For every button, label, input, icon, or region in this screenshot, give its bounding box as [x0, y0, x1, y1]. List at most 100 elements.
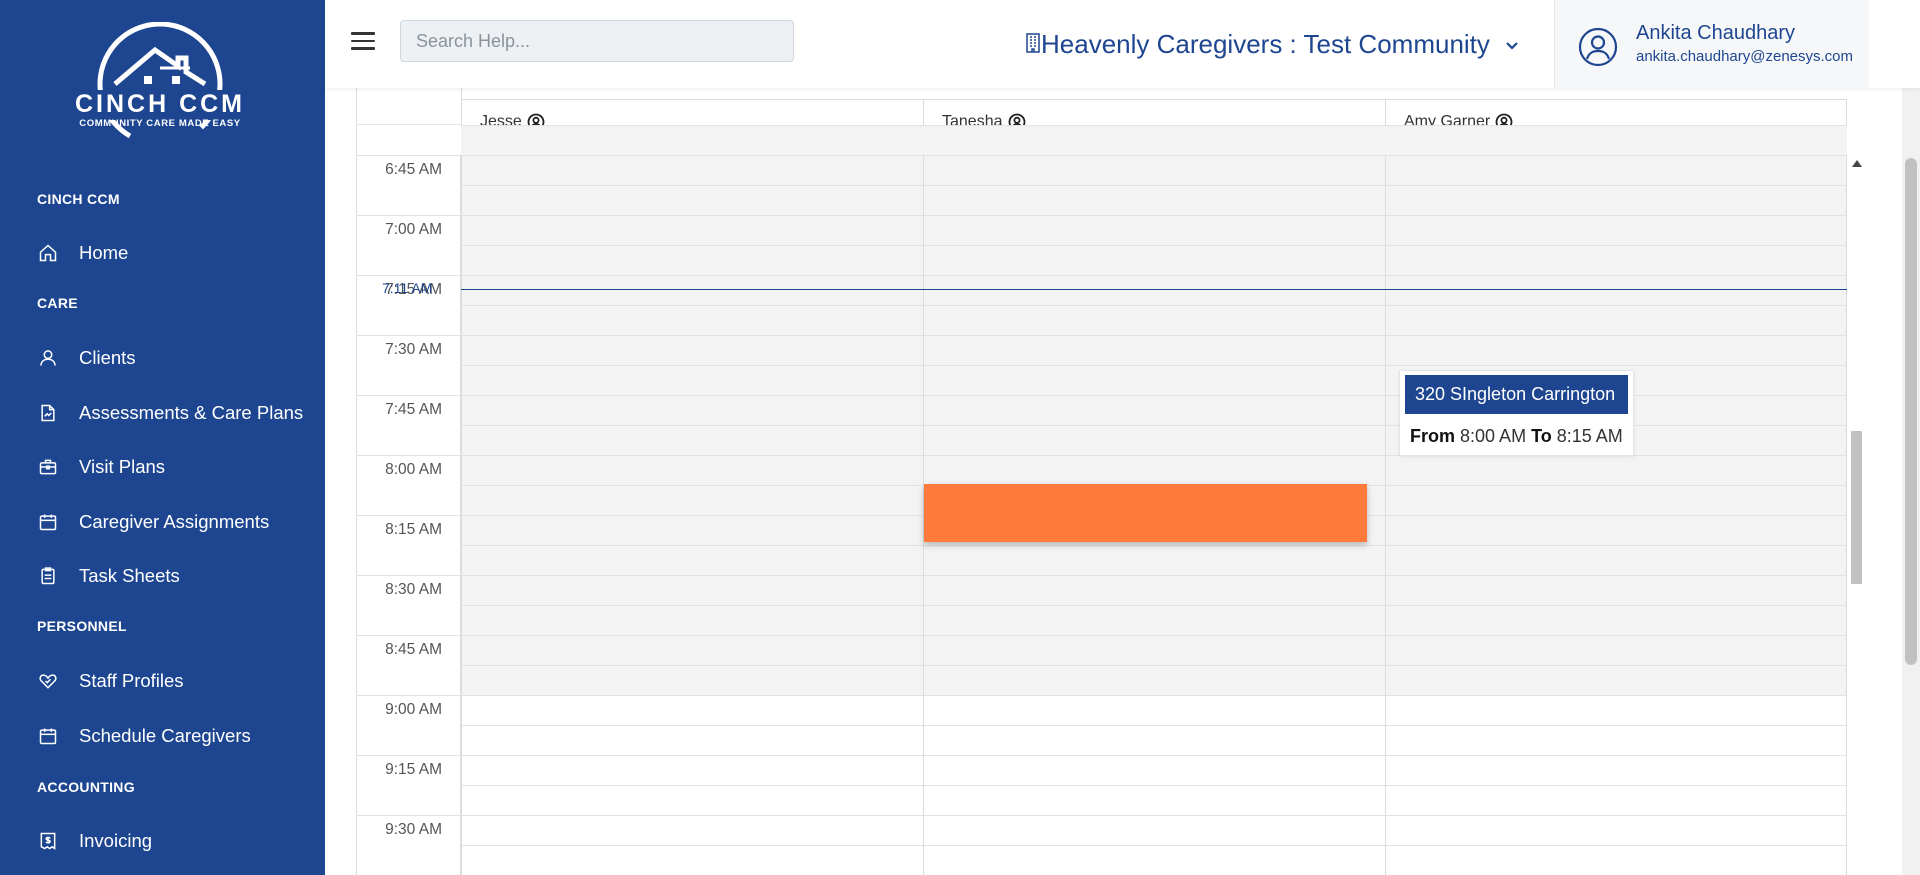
time-slot[interactable]	[461, 365, 1847, 395]
nav-label: Schedule Caregivers	[79, 725, 251, 746]
time-slot[interactable]	[461, 755, 1847, 785]
building-icon	[1025, 29, 1041, 60]
nav-label: Assessments & Care Plans	[79, 402, 304, 423]
divider	[356, 124, 461, 125]
time-axis: 6:45 AM 7:00 AM 7:15 AM 7:30 AM 7:45 AM 8:00 …	[356, 155, 461, 875]
tooltip-title: 320 SIngleton Carrington	[1405, 375, 1628, 414]
scroll-up-arrow-icon[interactable]	[1852, 160, 1862, 167]
community-name: Heavenly Caregivers : Test Community	[1041, 28, 1490, 59]
nav-home[interactable]: Home	[37, 238, 128, 268]
user-email: ankita.chaudhary@zenesys.com	[1636, 48, 1854, 65]
section-title-cinch-ccm: CINCH CCM	[37, 191, 120, 207]
time-label: 7:45 AM	[385, 401, 442, 418]
heart-icon	[37, 670, 59, 692]
time-label: 7:00 AM	[385, 221, 442, 238]
column-divider	[461, 155, 462, 875]
time-slot[interactable]	[461, 545, 1847, 575]
time-slot[interactable]	[461, 425, 1847, 455]
nav-caregiver-assignments[interactable]: Caregiver Assignments	[37, 507, 269, 537]
svg-text:COMMUNITY CARE MADE EASY: COMMUNITY CARE MADE EASY	[79, 118, 241, 129]
time-slot[interactable]	[461, 215, 1847, 245]
time-slot[interactable]	[461, 845, 1847, 875]
time-row-divider	[356, 575, 461, 576]
nav-visit-plans[interactable]: Visit Plans	[37, 452, 165, 482]
cinch-ccm-logo[interactable]: CINCH CCM COMMUNITY CARE MADE EASY	[60, 21, 260, 152]
briefcase-icon	[37, 456, 59, 478]
calendar-scroll-thumb[interactable]	[1851, 431, 1862, 584]
time-slot[interactable]	[461, 605, 1847, 635]
page-scrollbar[interactable]	[1902, 0, 1920, 875]
time-slot[interactable]	[461, 335, 1847, 365]
calendar-header-strip	[461, 88, 1847, 100]
time-label: 8:30 AM	[385, 581, 442, 598]
chevron-down-icon	[1504, 29, 1520, 60]
appointment-event[interactable]	[924, 484, 1367, 542]
time-row-divider	[356, 695, 461, 696]
user-name: Ankita Chaudhary	[1636, 22, 1795, 44]
time-label: 9:30 AM	[385, 821, 442, 838]
time-slot[interactable]	[461, 125, 1847, 155]
sidebar: CINCH CCM COMMUNITY CARE MADE EASY CINCH…	[0, 0, 325, 875]
time-slot[interactable]	[461, 185, 1847, 215]
section-title-care: CARE	[37, 295, 78, 311]
column-divider	[1846, 155, 1847, 875]
home-icon	[37, 242, 59, 264]
time-row-divider	[356, 455, 461, 456]
community-selector[interactable]: Heavenly Caregivers : Test Community	[1025, 26, 1520, 62]
time-row-divider	[356, 275, 461, 276]
time-row-divider	[356, 395, 461, 396]
time-slot[interactable]	[461, 815, 1847, 845]
top-bar: Heavenly Caregivers : Test Community Ank…	[325, 0, 1920, 88]
nav-staff-profiles[interactable]: Staff Profiles	[37, 666, 184, 696]
time-slot[interactable]	[461, 575, 1847, 605]
time-slot[interactable]	[461, 635, 1847, 665]
time-slot[interactable]	[461, 395, 1847, 425]
menu-toggle-icon[interactable]	[351, 32, 375, 52]
time-label: 8:00 AM	[385, 461, 442, 478]
nav-label: Home	[79, 242, 129, 263]
time-slot[interactable]	[461, 305, 1847, 335]
nav-assessments-care-plans[interactable]: Assessments & Care Plans	[37, 398, 303, 428]
from-time: 8:00 AM	[1460, 426, 1527, 446]
from-label: From	[1410, 426, 1455, 446]
nav-label: Visit Plans	[79, 456, 166, 477]
calendar-icon	[37, 511, 59, 533]
section-title-accounting: ACCOUNTING	[37, 779, 135, 795]
time-slot[interactable]	[461, 245, 1847, 275]
time-row-divider	[356, 215, 461, 216]
time-slot[interactable]	[461, 155, 1847, 185]
time-row-divider	[356, 155, 461, 156]
to-label: To	[1531, 426, 1552, 446]
nav-label: Task Sheets	[79, 565, 180, 586]
time-slot[interactable]	[461, 455, 1847, 485]
time-label: 9:15 AM	[385, 761, 442, 778]
time-row-divider	[356, 815, 461, 816]
nav-task-sheets[interactable]: Task Sheets	[37, 561, 180, 591]
time-slot[interactable]	[461, 785, 1847, 815]
user-menu[interactable]: Ankita Chaudhary ankita.chaudhary@zenesy…	[1554, 0, 1869, 88]
time-row-divider	[356, 635, 461, 636]
time-label: 7:30 AM	[385, 341, 442, 358]
time-slot[interactable]	[461, 695, 1847, 725]
time-slot[interactable]	[461, 275, 1847, 305]
nav-schedule-caregivers[interactable]: Schedule Caregivers	[37, 721, 251, 751]
user-avatar-icon	[1578, 27, 1618, 67]
time-slot[interactable]	[461, 725, 1847, 755]
schedule-calendar: Jesse Tanesha Amy Garner 6:45 AM 7:00 AM 7…	[356, 88, 1847, 875]
time-slot[interactable]	[461, 665, 1847, 695]
tooltip-time-range: From 8:00 AM To 8:15 AM	[1405, 414, 1628, 447]
search-help-input[interactable]	[400, 20, 794, 62]
calendar-icon	[37, 725, 59, 747]
time-label: 6:45 AM	[385, 161, 442, 178]
invoice-icon	[37, 830, 59, 852]
calendar-scrollbar[interactable]	[1851, 160, 1862, 875]
document-icon	[37, 402, 59, 424]
page-scroll-thumb[interactable]	[1905, 158, 1917, 665]
time-label: 8:45 AM	[385, 641, 442, 658]
nav-clients[interactable]: Clients	[37, 343, 136, 373]
time-row-divider	[356, 755, 461, 756]
current-time-line	[461, 289, 1847, 290]
to-time: 8:15 AM	[1556, 426, 1623, 446]
nav-invoicing[interactable]: Invoicing	[37, 826, 152, 856]
clipboard-icon	[37, 565, 59, 587]
